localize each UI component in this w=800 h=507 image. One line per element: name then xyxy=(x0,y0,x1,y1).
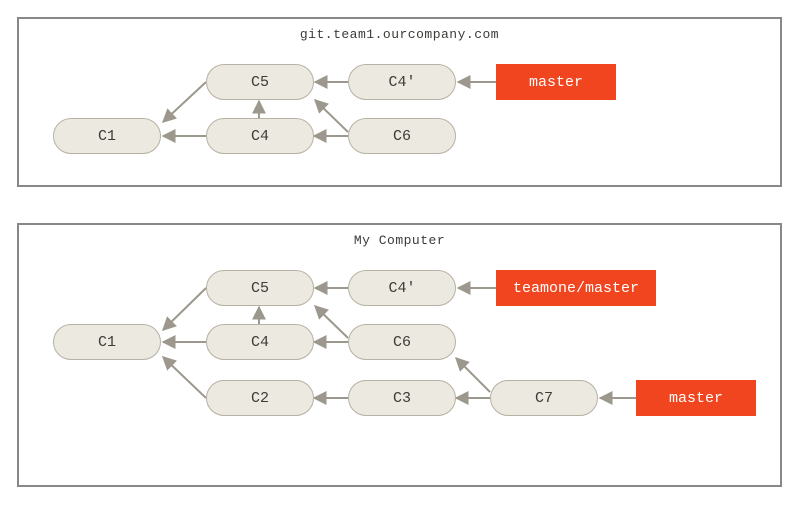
server-arrows xyxy=(19,19,784,189)
server-ref-arrow xyxy=(19,19,784,189)
server-panel-title: git.team1.ourcompany.com xyxy=(19,27,780,42)
server-panel: git.team1.ourcompany.com C1 C5 C4 C6 C4'… xyxy=(17,17,782,187)
commit-node: C1 xyxy=(53,118,161,154)
commit-node: C4 xyxy=(206,324,314,360)
commit-node: C2 xyxy=(206,380,314,416)
commit-node: C3 xyxy=(348,380,456,416)
ref-label-master: master xyxy=(496,64,616,100)
commit-node: C4 xyxy=(206,118,314,154)
ref-label-master: master xyxy=(636,380,756,416)
commit-node: C7 xyxy=(490,380,598,416)
commit-node: C1 xyxy=(53,324,161,360)
commit-node: C6 xyxy=(348,324,456,360)
local-panel: My Computer C1 C5 C4 C2 C4' C6 C3 C7 tea… xyxy=(17,223,782,487)
ref-label-teamone-master: teamone/master xyxy=(496,270,656,306)
commit-node: C4' xyxy=(348,270,456,306)
commit-node: C4' xyxy=(348,64,456,100)
local-panel-title: My Computer xyxy=(19,233,780,248)
commit-node: C6 xyxy=(348,118,456,154)
commit-node: C5 xyxy=(206,270,314,306)
commit-node: C5 xyxy=(206,64,314,100)
